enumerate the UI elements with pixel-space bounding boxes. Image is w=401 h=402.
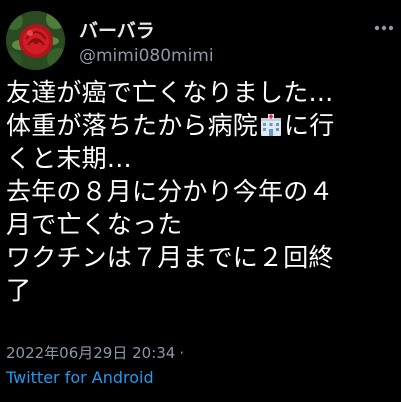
tweet-meta: 2022年06月29日 20:34 · (6, 342, 184, 363)
display-name[interactable]: バーバラ (79, 16, 155, 43)
tweet-line: 友達が癌で亡くなりました… (6, 78, 334, 107)
tweet-line: 体重が落ちたから病院 に行 (6, 109, 398, 142)
tweet-line-segment: に行 (284, 111, 335, 140)
more-options-icon[interactable] (373, 18, 395, 38)
tweet-line: 了 (6, 276, 32, 305)
user-handle[interactable]: @mimi080mimi (79, 46, 214, 66)
red-rose-avatar-icon (6, 11, 65, 70)
timestamp[interactable]: 2022年06月29日 20:34 (6, 344, 175, 362)
source-link[interactable]: Twitter for Android (6, 368, 154, 387)
tweet-line-segment: 体重が落ちたから病院 (6, 111, 259, 140)
tweet-line: ワクチンは７月までに２回終 (6, 243, 334, 272)
hospital-emoji-icon (259, 112, 283, 136)
tweet-text: 友達が癌で亡くなりました… 体重が落ちたから病院 に行 くと末期… 去年の８月に… (6, 76, 398, 307)
tweet-line: 月で亡くなった (6, 210, 183, 239)
tweet-card: バーバラ @mimi080mimi 友達が癌で亡くなりました… 体重が落ちたから… (0, 0, 401, 402)
tweet-line: くと末期… (6, 144, 133, 173)
avatar[interactable] (6, 11, 65, 70)
meta-separator: · (179, 344, 185, 362)
tweet-line: 去年の８月に分かり今年の４ (6, 177, 334, 206)
